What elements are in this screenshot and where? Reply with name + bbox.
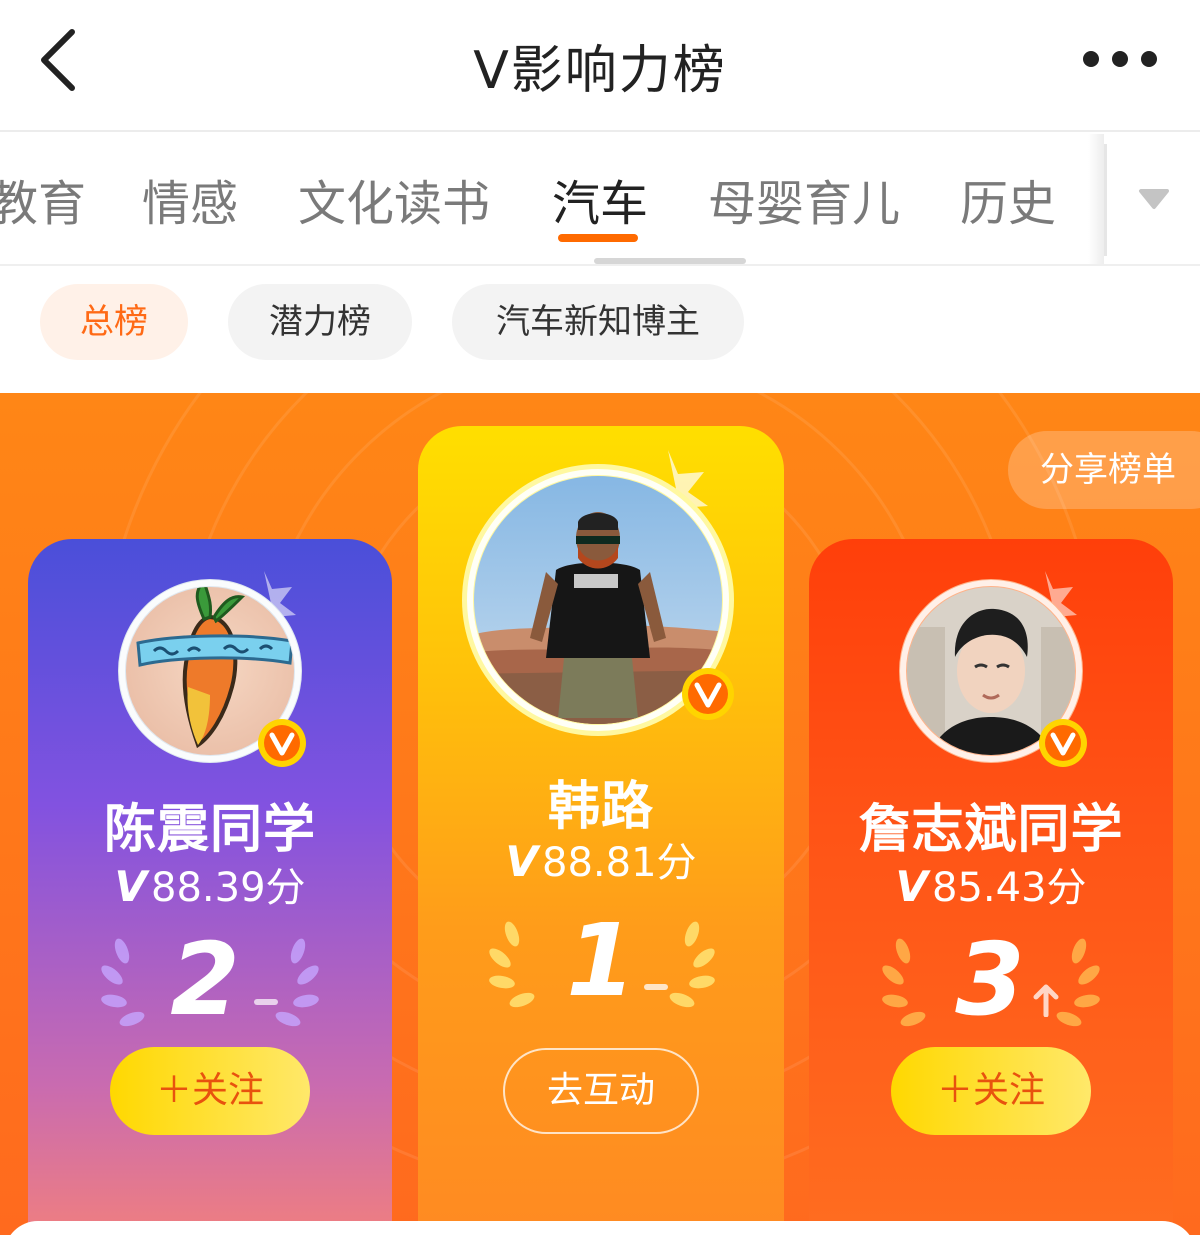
- score-value: 88.39分: [151, 865, 306, 911]
- score-value: 85.43分: [932, 865, 1087, 911]
- verified-v-badge-icon: [1039, 719, 1087, 767]
- interact-button[interactable]: 去互动: [503, 1048, 699, 1134]
- creator-name[interactable]: 韩路: [418, 764, 784, 839]
- category-tab-bar: 教育 情感 文化读书 汽车 母婴育儿 历史: [0, 134, 1200, 266]
- v-score-mark: V: [114, 862, 147, 911]
- verified-v-badge-icon: [682, 668, 734, 720]
- subtab-auto-new-bloggers[interactable]: 汽车新知博主: [452, 284, 744, 360]
- list-sheet-top: [4, 1221, 1196, 1235]
- creator-name[interactable]: 陈震同学: [28, 787, 392, 862]
- avatar[interactable]: [458, 448, 748, 738]
- tabs-scrollbar[interactable]: [594, 258, 746, 264]
- share-ranking-button[interactable]: 分享榜单: [1008, 431, 1200, 509]
- tab-parenting[interactable]: 母婴育儿: [708, 164, 900, 234]
- tab-auto[interactable]: 汽车: [552, 164, 648, 234]
- subtab-potential[interactable]: 潜力榜: [228, 284, 412, 360]
- rank-number: 3: [955, 921, 1025, 1038]
- rank-unchanged-icon: [644, 984, 668, 990]
- rank-card-2[interactable]: 陈震同学 V 88.39分 2 ＋关注: [28, 539, 392, 1235]
- ranking-board: 分享榜单 陈震同学 V 88.39分 2 ＋关注 韩路 V 88.81分 1 去…: [0, 393, 1200, 1235]
- top-nav-bar: V影响力榜: [0, 0, 1200, 132]
- tab-emotion[interactable]: 情感: [142, 164, 238, 234]
- influence-score: V 88.39分: [28, 855, 392, 913]
- avatar[interactable]: [895, 567, 1095, 767]
- category-dropdown-button[interactable]: [1104, 134, 1200, 266]
- rank-number: 1: [566, 902, 636, 1019]
- v-score-mark: V: [505, 837, 538, 886]
- rank-card-1[interactable]: 韩路 V 88.81分 1 去互动: [418, 426, 784, 1235]
- active-tab-indicator: [558, 234, 638, 242]
- creator-name[interactable]: 詹志斌同学: [809, 787, 1173, 862]
- avatar[interactable]: [114, 567, 314, 767]
- tab-culture-reading[interactable]: 文化读书: [298, 164, 490, 234]
- verified-v-badge-icon: [258, 719, 306, 767]
- rank-up-arrow-icon: [1033, 984, 1059, 1017]
- subtab-overall[interactable]: 总榜: [40, 284, 188, 360]
- tab-history[interactable]: 历史: [960, 164, 1056, 234]
- v-score-mark: V: [895, 862, 928, 911]
- sub-tab-bar: 总榜 潜力榜 汽车新知博主: [0, 266, 1200, 394]
- influence-score: V 85.43分: [809, 855, 1173, 913]
- follow-button[interactable]: ＋关注: [891, 1047, 1091, 1135]
- tabs-edge-shadow: [1088, 134, 1104, 266]
- triangle-down-icon: [1139, 189, 1169, 209]
- follow-button[interactable]: ＋关注: [110, 1047, 310, 1135]
- score-value: 88.81分: [542, 840, 697, 886]
- rank-number: 2: [170, 921, 240, 1038]
- tab-education[interactable]: 教育: [0, 164, 86, 234]
- more-dots-icon[interactable]: [1080, 48, 1160, 70]
- influence-score: V 88.81分: [418, 830, 784, 888]
- page-title: V影响力榜: [473, 41, 727, 101]
- rank-unchanged-icon: [254, 999, 278, 1005]
- rank-card-3[interactable]: 詹志斌同学 V 85.43分 3 ＋关注: [809, 539, 1173, 1235]
